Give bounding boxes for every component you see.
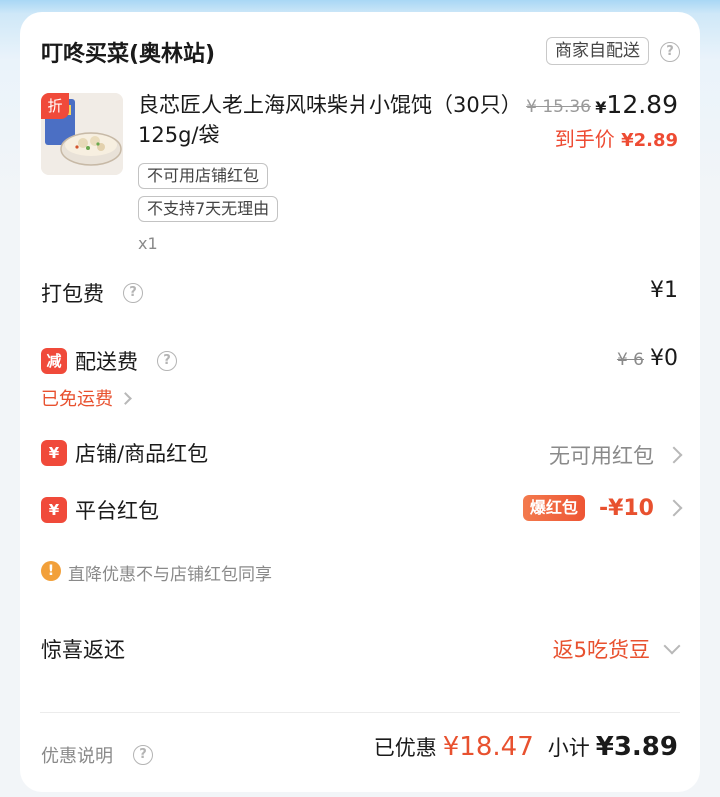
product-quantity: x1 bbox=[138, 234, 158, 253]
subtotal-label: 小计 bbox=[547, 736, 590, 760]
discount-help-icon[interactable]: ? bbox=[133, 745, 153, 765]
product-tag: 不可用店铺红包 bbox=[138, 163, 269, 189]
delivery-fee-value: ¥0 bbox=[650, 346, 678, 371]
packing-fee-help-icon[interactable]: ? bbox=[123, 283, 143, 303]
order-summary: 已优惠 ¥18.47 小计 ¥3.89 bbox=[374, 732, 678, 762]
chevron-right-icon bbox=[665, 499, 683, 517]
price-amount: 12.89 bbox=[606, 90, 678, 119]
chevron-right-icon bbox=[665, 446, 683, 464]
coupon-badge: ¥ bbox=[41, 440, 67, 466]
surprise-value: 返5吃货豆 bbox=[552, 638, 650, 662]
shop-coupon-value: 无可用红包 bbox=[549, 444, 654, 468]
shop-name[interactable]: 叮咚买菜(奥林站) bbox=[41, 36, 215, 68]
delivery-help-icon[interactable]: ? bbox=[660, 42, 680, 62]
chevron-right-icon bbox=[119, 391, 132, 405]
delivery-fee-label: 配送费 bbox=[75, 350, 138, 374]
free-shipping-link[interactable]: 已免运费 bbox=[41, 385, 132, 411]
platform-coupon-value: -¥10 bbox=[598, 495, 654, 521]
final-price-label: 到手价 bbox=[554, 127, 615, 151]
price-currency: ¥ bbox=[595, 98, 607, 117]
discount-explain-link[interactable]: 优惠说明 bbox=[41, 742, 113, 768]
packing-fee-label: 打包费 bbox=[41, 282, 104, 306]
shop-coupon-selector[interactable]: 无可用红包 bbox=[549, 440, 683, 470]
divider bbox=[40, 712, 680, 713]
platform-coupon-selector[interactable]: 爆红包 -¥10 bbox=[522, 495, 683, 521]
final-price: 到手价 ¥2.89 bbox=[555, 123, 678, 152]
discount-badge: 折 bbox=[41, 93, 69, 119]
product-price: ¥12.89 bbox=[595, 90, 678, 119]
delivery-type-tag: 商家自配送 bbox=[546, 37, 649, 65]
delivery-fee-original: ¥ 6 bbox=[616, 350, 644, 370]
subtotal-value: ¥3.89 bbox=[595, 732, 678, 762]
product-title[interactable]: 良芯匠人老上海风味柴爿小馄饨（30只）125g/袋 bbox=[138, 90, 528, 150]
hot-coupon-tag: 爆红包 bbox=[522, 495, 585, 521]
reduce-badge: 减 bbox=[41, 348, 67, 374]
original-price: ¥ 15.36 bbox=[526, 97, 591, 117]
shop-coupon-label: 店铺/商品红包 bbox=[75, 442, 209, 466]
packing-fee-value: ¥1 bbox=[650, 278, 678, 303]
saved-value: ¥18.47 bbox=[442, 732, 534, 762]
saved-label: 已优惠 bbox=[373, 736, 437, 760]
surprise-expand[interactable]: 返5吃货豆 bbox=[552, 634, 681, 664]
order-card: 叮咚买菜(奥林站) 商家自配送 ? 折 良芯匠人老上海风味柴爿小馄饨（30只）1… bbox=[20, 12, 700, 792]
delivery-fee-help-icon[interactable]: ? bbox=[157, 351, 177, 371]
chevron-down-icon bbox=[663, 637, 681, 655]
final-price-value: ¥2.89 bbox=[621, 130, 678, 151]
product-tag: 不支持7天无理由 bbox=[138, 196, 279, 222]
free-shipping-text: 已免运费 bbox=[41, 389, 113, 410]
discount-notice: 直降优惠不与店铺红包同享 bbox=[68, 565, 272, 585]
product-image[interactable]: 折 bbox=[41, 93, 123, 175]
platform-coupon-label: 平台红包 bbox=[75, 499, 159, 523]
warning-icon: ! bbox=[41, 561, 61, 581]
coupon-badge: ¥ bbox=[41, 497, 67, 523]
surprise-label: 惊喜返还 bbox=[41, 638, 125, 662]
